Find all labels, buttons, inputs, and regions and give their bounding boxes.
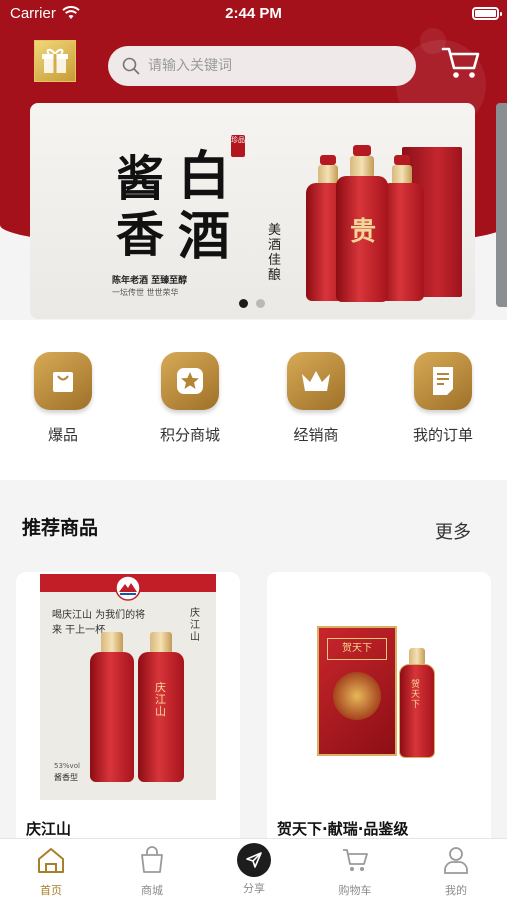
carousel-dot-active[interactable] (239, 299, 248, 308)
user-icon (444, 847, 468, 874)
tab-home[interactable]: 首页 (21, 845, 81, 898)
search-icon (122, 57, 140, 75)
product-card[interactable]: 贺天下 贺天下 贺天下·献瑞·品鉴级 (267, 572, 491, 852)
product-image: 喝庆江山 为我们的将来 干上一杯 庆江山 庆江山 53%vol 酱香型 (40, 574, 216, 800)
bottle-label: 贺天下 (411, 680, 421, 710)
style-label: 酱香型 (54, 773, 78, 782)
crown-icon (302, 371, 330, 391)
category-label: 积分商城 (159, 426, 220, 444)
category-my-orders[interactable]: 我的订单 (398, 352, 488, 445)
battery-icon (472, 7, 502, 20)
banner-stamp: 珍品 (231, 135, 245, 157)
product-gift-box: 贺天下 (317, 626, 397, 756)
product-name: 贺天下·献瑞·品鉴级 (277, 820, 409, 838)
cart-icon[interactable] (441, 44, 481, 80)
tab-label: 我的 (445, 884, 467, 897)
tab-label: 购物车 (338, 884, 372, 897)
tab-label: 分享 (243, 882, 265, 895)
banner-slogan: 陈年老酒 至臻至醇 (112, 276, 188, 286)
banner-title-char: 酒 (178, 206, 231, 267)
tab-cart[interactable]: 购物车 (325, 845, 385, 898)
search-input[interactable] (148, 58, 388, 74)
gift-box-icon (42, 48, 68, 73)
brand-logo-icon (115, 575, 141, 601)
box-emblem (333, 672, 381, 720)
clock: 2:44 PM (225, 5, 282, 22)
category-label: 经销商 (293, 426, 339, 444)
product-bottle: 庆江山 (138, 632, 184, 782)
product-bottle (90, 632, 134, 782)
tab-share[interactable]: 分享 (224, 843, 284, 896)
search-bar[interactable] (108, 46, 416, 86)
category-strip: 爆品 积分商城 经销商 我的订单 (0, 320, 507, 480)
status-bar: Carrier 2:44 PM (0, 0, 507, 28)
category-label: 我的订单 (412, 426, 473, 444)
share-send-icon (246, 852, 262, 868)
poster-side-text: 庆江山 (190, 608, 200, 643)
tab-profile[interactable]: 我的 (426, 845, 486, 898)
app-logo[interactable] (34, 40, 76, 82)
banner-carousel[interactable]: 酱 香 白 酒 珍品 陈年老酒 至臻至醇 一坛传世 世世荣华 美酒佳酿 贵 (30, 103, 475, 319)
order-list-icon (433, 367, 453, 395)
share-button[interactable] (237, 843, 271, 877)
tab-mall[interactable]: 商城 (122, 845, 182, 898)
shopping-bag-icon (141, 846, 163, 873)
banner-title-char: 白 (178, 146, 231, 207)
product-bottle: 贺天下 (399, 648, 435, 758)
section-title: 推荐商品 (22, 517, 99, 539)
cart-icon (343, 849, 368, 871)
carousel-dot[interactable] (256, 299, 265, 308)
banner-title-char: 酱 (116, 151, 165, 207)
banner-title-char: 香 (116, 207, 165, 263)
product-card[interactable]: 喝庆江山 为我们的将来 干上一杯 庆江山 庆江山 53%vol 酱香型 庆江山 (16, 572, 240, 852)
bottom-tab-bar: 首页 商城 分享 购物车 我的 (0, 838, 507, 900)
banner-next-slide-peek[interactable] (496, 103, 507, 307)
shopping-bag-icon (53, 372, 73, 392)
banner-slogan-secondary: 一坛传世 世世荣华 (112, 288, 179, 297)
category-points-mall[interactable]: 积分商城 (145, 352, 235, 445)
category-icon-tile (161, 352, 219, 410)
carousel-indicator (239, 299, 265, 308)
banner-vertical-text: 美酒佳酿 (268, 223, 282, 283)
tab-label: 商城 (141, 884, 163, 897)
tab-label: 首页 (40, 884, 62, 897)
category-icon-tile (414, 352, 472, 410)
more-link[interactable]: 更多 (435, 518, 471, 544)
product-bottle: 贵 (336, 145, 388, 305)
category-distributor[interactable]: 经销商 (271, 352, 361, 445)
product-name: 庆江山 (26, 820, 72, 838)
abv-label: 53%vol (54, 762, 80, 770)
category-label: 爆品 (47, 426, 78, 444)
star-icon (177, 368, 203, 394)
bottle-label: 庆江山 (155, 681, 166, 718)
home-screen: Carrier 2:44 PM 酱 香 白 (0, 0, 507, 900)
home-icon (38, 848, 64, 873)
box-label: 贺天下 (327, 638, 387, 660)
category-hot-products[interactable]: 爆品 (18, 352, 108, 445)
category-icon-tile (34, 352, 92, 410)
bottle-label: 贵 (350, 217, 377, 247)
category-icon-tile (287, 352, 345, 410)
